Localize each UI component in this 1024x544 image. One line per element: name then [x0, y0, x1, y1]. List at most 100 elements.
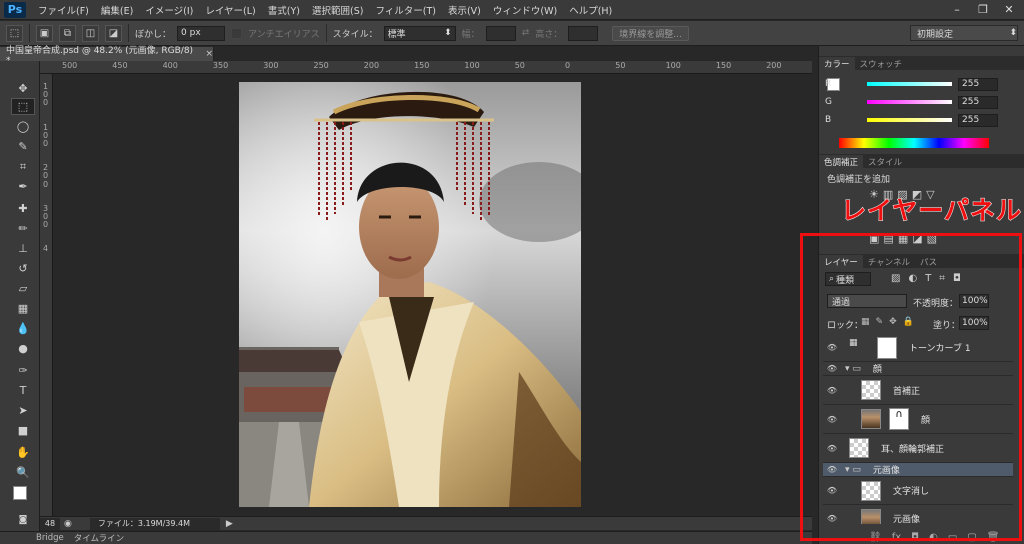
pen-icon[interactable]: ✑ — [11, 362, 35, 379]
menu-layer[interactable]: レイヤー(L) — [199, 3, 261, 17]
menu-image[interactable]: イメージ(I) — [139, 3, 199, 17]
subtract-selection-icon[interactable]: ◫ — [82, 24, 99, 42]
quick-selection-icon[interactable]: ✎ — [11, 138, 35, 155]
eyedropper-icon[interactable]: ✒ — [11, 178, 35, 195]
feather-label: ぼかし： — [135, 29, 172, 40]
menu-help[interactable]: ヘルプ(H) — [563, 3, 618, 17]
tab-swatches[interactable]: スウォッチ — [855, 57, 908, 70]
ruler-tick-label: 0 — [43, 139, 49, 148]
slider-track-b[interactable] — [867, 118, 952, 122]
slider-track-r[interactable] — [867, 82, 952, 86]
close-tab-icon[interactable]: × — [205, 49, 213, 59]
feather-input[interactable]: 0 px — [177, 25, 226, 41]
status-arrow-icon[interactable]: ▶ — [226, 519, 233, 529]
height-label: 高さ： — [535, 29, 563, 40]
window-controls: – ❐ ✕ — [946, 2, 1020, 17]
menu-window[interactable]: ウィンドウ(W) — [487, 3, 563, 17]
adjustments-hint: 色調補正を追加 — [827, 175, 891, 185]
path-selection-icon[interactable]: ➤ — [11, 402, 35, 419]
antialias-label: アンチエイリアス — [248, 29, 320, 40]
menu-edit[interactable]: 編集(E) — [95, 3, 139, 17]
emperor-composite-image — [239, 82, 581, 507]
slider-track-g[interactable] — [867, 100, 952, 104]
menu-type[interactable]: 書式(Y) — [262, 3, 306, 17]
tools-panel: ✥ ⬚ ◯ ✎ ⌗ ✒ ✚ ✏ ⊥ ↺ ▱ ▦ 💧 ● ✑ T ➤ ■ ✋ 🔍 … — [0, 56, 40, 532]
color-spectrum-bar[interactable] — [839, 138, 989, 148]
annotation-highlight-box — [800, 233, 1022, 541]
status-menu-icon[interactable]: ◉ — [64, 519, 72, 529]
workspace-value: 初期設定 — [917, 29, 954, 40]
ruler-tick-label: 150 — [715, 61, 732, 70]
menu-view[interactable]: 表示(V) — [442, 3, 487, 17]
tab-color[interactable]: カラー — [819, 57, 855, 70]
add-selection-icon[interactable]: ⧉ — [59, 24, 76, 42]
file-size-info[interactable]: ファイル：3.19M/39.4M — [89, 517, 220, 530]
type-icon[interactable]: T — [11, 382, 35, 399]
vertical-ruler: 1001002003004 — [40, 74, 53, 516]
divider — [29, 24, 30, 42]
ruler-tick-label: 50 — [615, 61, 626, 70]
chevron-down-icon: ⬍ — [1009, 28, 1017, 38]
minimize-icon[interactable]: – — [946, 2, 968, 17]
swap-icon[interactable]: ⇄ — [522, 28, 530, 38]
history-brush-icon[interactable]: ↺ — [11, 260, 35, 277]
ruler-tick-label: 250 — [313, 61, 329, 70]
color-panel-tabs: カラー スウォッチ — [819, 56, 1024, 70]
marquee-preset-icon[interactable]: ⬚ — [6, 24, 23, 42]
divider — [325, 24, 327, 42]
crop-icon[interactable]: ⌗ — [11, 158, 35, 175]
divider — [128, 24, 129, 42]
tab-adjustments[interactable]: 色調補正 — [819, 155, 864, 168]
width-label: 幅： — [461, 29, 480, 40]
menu-filter[interactable]: フィルター(T) — [369, 3, 442, 17]
move-tool-icon[interactable]: ✥ — [11, 80, 35, 97]
dodge-icon[interactable]: ● — [11, 340, 35, 357]
status-bar: 48 ◉ ファイル：3.19M/39.4M ▶ — [40, 516, 812, 530]
lasso-icon[interactable]: ◯ — [11, 118, 35, 135]
antialias-checkbox[interactable] — [231, 27, 243, 39]
style-select-value: 標準 — [387, 29, 406, 40]
restore-icon[interactable]: ❐ — [972, 2, 994, 17]
ruler-tick-label: 200 — [766, 61, 782, 70]
color-slider-g: G 255 — [825, 95, 1015, 109]
menu-file[interactable]: ファイル(F) — [32, 3, 95, 17]
eraser-icon[interactable]: ▱ — [11, 280, 35, 297]
new-selection-icon[interactable]: ▣ — [36, 24, 53, 42]
height-input[interactable] — [568, 25, 599, 41]
ruler-tick-label: 300 — [263, 61, 279, 70]
tab-timeline[interactable]: タイムライン — [74, 532, 124, 544]
annotation-label: レイヤーパネル — [840, 196, 1022, 226]
blur-icon[interactable]: 💧 — [11, 320, 35, 337]
zoom-level[interactable]: 48 — [40, 517, 60, 530]
document-image[interactable] — [239, 82, 581, 507]
color-slider-b: B 255 — [825, 113, 1015, 127]
close-icon[interactable]: ✕ — [998, 2, 1020, 17]
ruler-tick-label: 100 — [665, 61, 681, 70]
refine-edge-button[interactable]: 境界線を調整... — [612, 25, 689, 41]
hand-icon[interactable]: ✋ — [11, 444, 35, 461]
tab-bridge[interactable]: Bridge — [36, 533, 64, 543]
gradient-icon[interactable]: ▦ — [11, 300, 35, 317]
rectangular-marquee-icon[interactable]: ⬚ — [11, 98, 35, 115]
tab-styles[interactable]: スタイル — [863, 155, 907, 168]
menu-select[interactable]: 選択範囲(S) — [306, 3, 369, 17]
width-input[interactable] — [485, 25, 516, 41]
channel-value-r[interactable]: 255 — [958, 77, 998, 91]
zoom-icon[interactable]: 🔍 — [11, 464, 35, 481]
style-select[interactable]: 標準 ⬍ — [383, 25, 456, 41]
document-tab[interactable]: 中国皇帝合成.psd @ 48.2% (元画像, RGB/8) * × — [0, 46, 214, 66]
menu-bar: Ps ファイル(F) 編集(E) イメージ(I) レイヤー(L) 書式(Y) 選… — [0, 0, 1024, 20]
ruler-tick-label: 100 — [464, 61, 480, 70]
channel-value-g[interactable]: 255 — [958, 95, 998, 109]
brush-icon[interactable]: ✏ — [11, 220, 35, 237]
rectangle-shape-icon[interactable]: ■ — [11, 422, 35, 439]
quick-mask-icon[interactable]: ◙ — [11, 514, 35, 526]
channel-value-b[interactable]: 255 — [958, 113, 998, 127]
style-label: スタイル： — [332, 29, 378, 40]
healing-brush-icon[interactable]: ✚ — [11, 200, 35, 217]
ruler-tick-label: 0 — [43, 179, 49, 189]
workspace-select[interactable]: 初期設定 ⬍ — [910, 25, 1018, 41]
intersect-selection-icon[interactable]: ◪ — [105, 24, 122, 42]
clone-stamp-icon[interactable]: ⊥ — [11, 240, 35, 257]
foreground-color-swatch[interactable] — [13, 486, 27, 500]
